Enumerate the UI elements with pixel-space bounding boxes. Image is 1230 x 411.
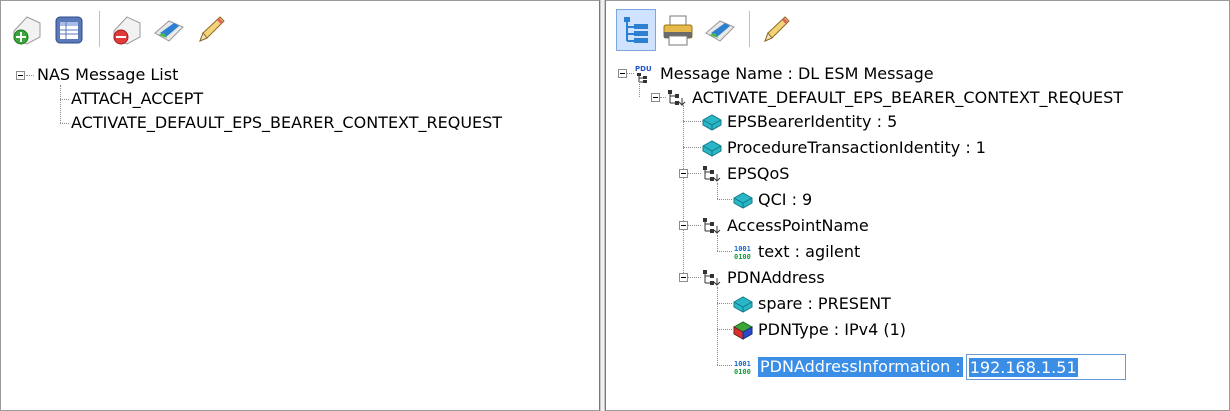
tree-connector (683, 121, 701, 122)
tree-connector (60, 99, 69, 100)
binary-icon: 1001 0100 (734, 360, 751, 376)
tree-connector (26, 75, 34, 76)
tree-connector (717, 183, 718, 199)
tree-connector (688, 277, 701, 278)
message-label: ACTIVATE_DEFAULT_EPS_BEARER_CONTEXT_REQU… (692, 88, 1124, 107)
field-icon (702, 114, 722, 131)
message-item-label: ACTIVATE_DEFAULT_EPS_BEARER_CONTEXT_REQU… (71, 113, 503, 132)
pdn-address-information-value: 192.168.1.51 (968, 358, 1078, 377)
tree-connector (683, 147, 701, 148)
tree-connector (717, 303, 732, 304)
message-structure-tree: PDU Message Name : DL ESM Message ACTIVA… (606, 57, 1229, 410)
structure-icon (703, 166, 721, 182)
tree-connector (717, 329, 732, 330)
svg-text:1001: 1001 (734, 245, 751, 253)
field-icon (733, 192, 753, 209)
tree-view-icon[interactable] (616, 9, 656, 51)
tree-connector (688, 173, 701, 174)
send-icon[interactable] (700, 9, 740, 51)
structure-icon (703, 270, 721, 286)
tree-connector (627, 73, 634, 74)
spare-label: spare : PRESENT (758, 294, 891, 313)
collapse-toggle[interactable] (679, 169, 688, 178)
tree-connector (717, 199, 732, 200)
field-icon (702, 140, 722, 157)
tree-connector (60, 85, 61, 123)
pdu-icon: PDU (635, 65, 652, 83)
pdn-address-information-label: PDNAddressInformation : (758, 357, 963, 377)
tree-connector (717, 287, 718, 365)
tree-node-apn-text[interactable]: 1001 0100 text : agilent (732, 240, 860, 264)
qci-label: QCI : 9 (758, 190, 813, 209)
list-item[interactable]: ACTIVATE_DEFAULT_EPS_BEARER_CONTEXT_REQU… (71, 111, 502, 135)
right-toolbar (606, 1, 1229, 57)
tree-connector (717, 365, 732, 366)
table-icon[interactable] (49, 9, 89, 51)
left-toolbar (1, 1, 599, 57)
nas-message-tree: NAS Message List ATTACH_ACCEPT ACTIVATE_… (1, 57, 599, 410)
tree-node-eps-qos[interactable]: EPSQoS (701, 162, 789, 186)
edit-icon[interactable] (191, 9, 231, 51)
tree-connector (683, 105, 684, 281)
collapse-toggle[interactable] (651, 93, 660, 102)
tree-node-procedure-transaction-identity[interactable]: ProcedureTransactionIdentity : 1 (701, 136, 986, 160)
svg-text:0100: 0100 (734, 253, 751, 261)
edit-icon[interactable] (756, 9, 796, 51)
pdn-address-label: PDNAddress (727, 268, 825, 287)
access-point-name-label: AccessPointName (727, 216, 869, 235)
tree-connector (688, 225, 701, 226)
tree-node-spare[interactable]: spare : PRESENT (732, 292, 891, 316)
svg-text:1001: 1001 (734, 360, 751, 368)
tree-connector (717, 251, 732, 252)
nas-message-list-pane: NAS Message List ATTACH_ACCEPT ACTIVATE_… (0, 0, 600, 411)
list-item[interactable]: ATTACH_ACCEPT (71, 87, 203, 111)
collapse-toggle[interactable] (16, 71, 25, 80)
tree-root-nas-message-list[interactable]: NAS Message List (37, 63, 178, 87)
print-icon[interactable] (658, 9, 698, 51)
enum-field-icon (732, 321, 754, 340)
message-item-label: ATTACH_ACCEPT (71, 89, 204, 108)
binary-icon: 1001 0100 (734, 245, 751, 261)
eps-qos-label: EPSQoS (727, 164, 790, 183)
collapse-toggle[interactable] (618, 69, 627, 78)
tree-node-pdn-address-information[interactable]: 1001 0100 PDNAddressInformation : 192.16… (732, 354, 1126, 380)
message-name-label: Message Name : DL ESM Message (660, 64, 934, 83)
field-icon (733, 296, 753, 313)
tree-root-label: NAS Message List (37, 65, 179, 84)
toolbar-separator (99, 11, 100, 47)
procedure-transaction-identity-label: ProcedureTransactionIdentity : 1 (727, 138, 986, 157)
structure-icon (668, 90, 686, 106)
tree-node-eps-bearer-identity[interactable]: EPSBearerIdentity : 5 (701, 110, 897, 134)
pdn-address-information-input[interactable]: 192.168.1.51 (965, 354, 1126, 380)
tree-connector (717, 235, 718, 251)
tree-node-pdn-type[interactable]: PDNType : IPv4 (1) (732, 318, 906, 342)
tree-node-access-point-name[interactable]: AccessPointName (701, 214, 869, 238)
tree-node-message-name[interactable]: PDU Message Name : DL ESM Message (634, 62, 934, 86)
toolbar-separator (749, 11, 750, 47)
structure-icon (703, 218, 721, 234)
tree-connector (60, 123, 69, 124)
tree-node-qci[interactable]: QCI : 9 (732, 188, 812, 212)
svg-text:PDU: PDU (635, 65, 652, 73)
tree-node-pdn-address[interactable]: PDNAddress (701, 266, 825, 290)
tree-node-activate-default-eps-bearer[interactable]: ACTIVATE_DEFAULT_EPS_BEARER_CONTEXT_REQU… (666, 86, 1123, 110)
remove-message-icon[interactable] (107, 9, 147, 51)
message-detail-pane: PDU Message Name : DL ESM Message ACTIVA… (605, 0, 1230, 411)
collapse-toggle[interactable] (679, 221, 688, 230)
collapse-toggle[interactable] (679, 273, 688, 282)
svg-text:0100: 0100 (734, 368, 751, 376)
tree-connector (639, 81, 640, 97)
eps-bearer-identity-label: EPSBearerIdentity : 5 (727, 112, 898, 131)
add-message-icon[interactable] (7, 9, 47, 51)
apn-text-label: text : agilent (758, 242, 861, 261)
pdn-type-label: PDNType : IPv4 (1) (758, 320, 907, 339)
send-icon[interactable] (149, 9, 189, 51)
